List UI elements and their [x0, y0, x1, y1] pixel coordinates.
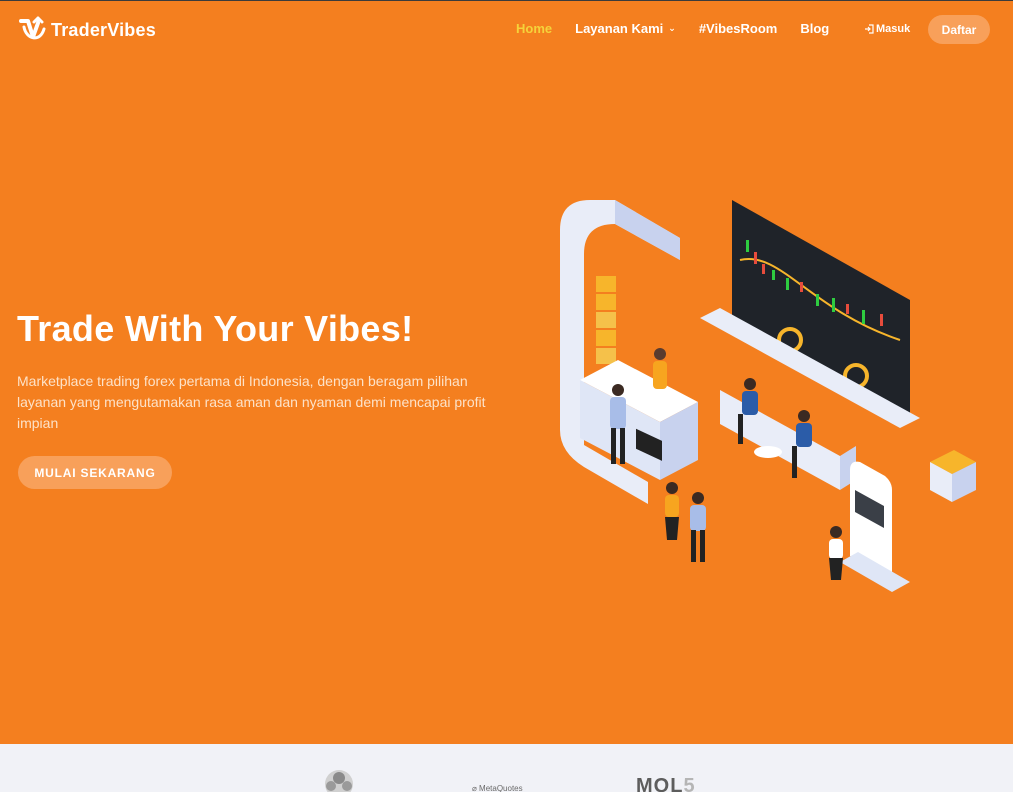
site-header: TraderVibes Home Layanan Kami ⌄ #VibesRo…	[0, 1, 1013, 57]
person-kiosk-user	[829, 526, 843, 580]
nav-services[interactable]: Layanan Kami ⌄	[575, 21, 676, 36]
mql5-logo: MQL5	[636, 775, 696, 792]
hero-title: Trade With Your Vibes!	[17, 308, 414, 349]
mql-text: MQL	[636, 775, 684, 792]
person-receptionist	[653, 348, 667, 389]
login-label: Masuk	[876, 23, 911, 35]
main-nav: Home Layanan Kami ⌄ #VibesRoom Blog	[516, 21, 852, 36]
start-now-button[interactable]: MULAI SEKARANG	[18, 456, 172, 489]
trading-office-illustration	[560, 200, 976, 592]
mql-number: 5	[683, 775, 696, 792]
nav-services-label: Layanan Kami	[575, 21, 664, 36]
person-woman	[665, 482, 679, 540]
nav-home[interactable]: Home	[516, 21, 552, 36]
cube-stack	[596, 276, 616, 364]
login-link[interactable]: Masuk	[864, 23, 910, 35]
partner-logos: ⌀ MetaQuotes MQL5	[0, 744, 1013, 792]
coffee-table	[754, 446, 782, 458]
partner-emblem-icon	[325, 770, 353, 792]
hero-description: Marketplace trading forex pertama di Ind…	[17, 373, 486, 431]
nav-blog[interactable]: Blog	[800, 21, 829, 36]
brand-name: TraderVibes	[51, 19, 156, 40]
sign-in-icon	[865, 24, 874, 34]
register-button[interactable]: Daftar	[928, 15, 990, 44]
tradervibes-logo-icon	[19, 16, 46, 40]
metaquotes-label: MetaQuotes	[479, 784, 523, 792]
frame-edge	[615, 200, 680, 260]
trading-screen	[732, 200, 910, 420]
nav-vibesroom[interactable]: #VibesRoom	[699, 21, 778, 36]
person-man	[690, 492, 706, 562]
chevron-down-icon: ⌄	[668, 23, 676, 33]
brand-logo[interactable]: TraderVibes	[18, 15, 156, 45]
metaquotes-logo: ⌀ MetaQuotes	[472, 784, 523, 792]
